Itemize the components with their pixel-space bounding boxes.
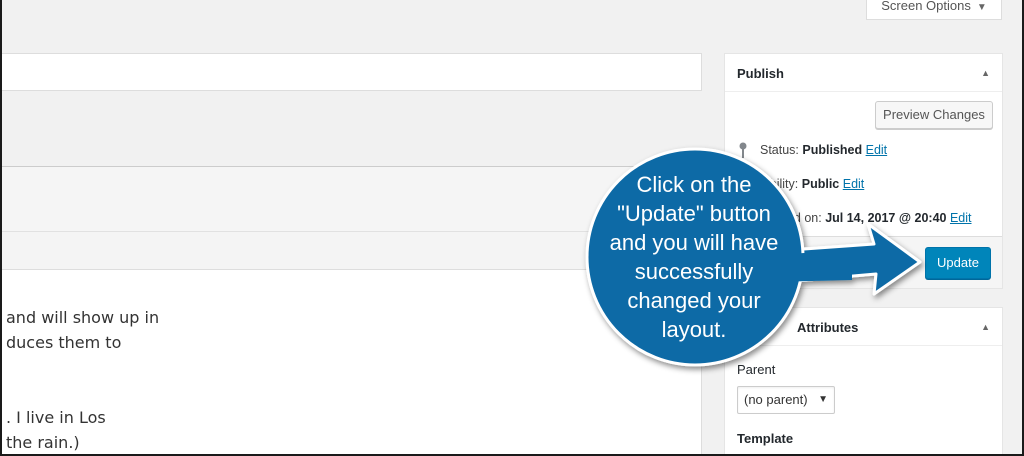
callout-line: layout.: [661, 317, 727, 342]
callout-bubble: [585, 147, 922, 367]
callout-line: successfully: [634, 259, 754, 284]
callout-line: Click on the: [636, 172, 752, 197]
callout-line: changed your: [627, 288, 761, 313]
screen-frame: Screen Options ▼ and will show up in duce…: [0, 0, 1024, 456]
callout-text: Click on the "Update" button and you wil…: [594, 170, 794, 344]
callout-line: and you will have: [609, 230, 779, 255]
callout-line: "Update" button: [617, 201, 771, 226]
